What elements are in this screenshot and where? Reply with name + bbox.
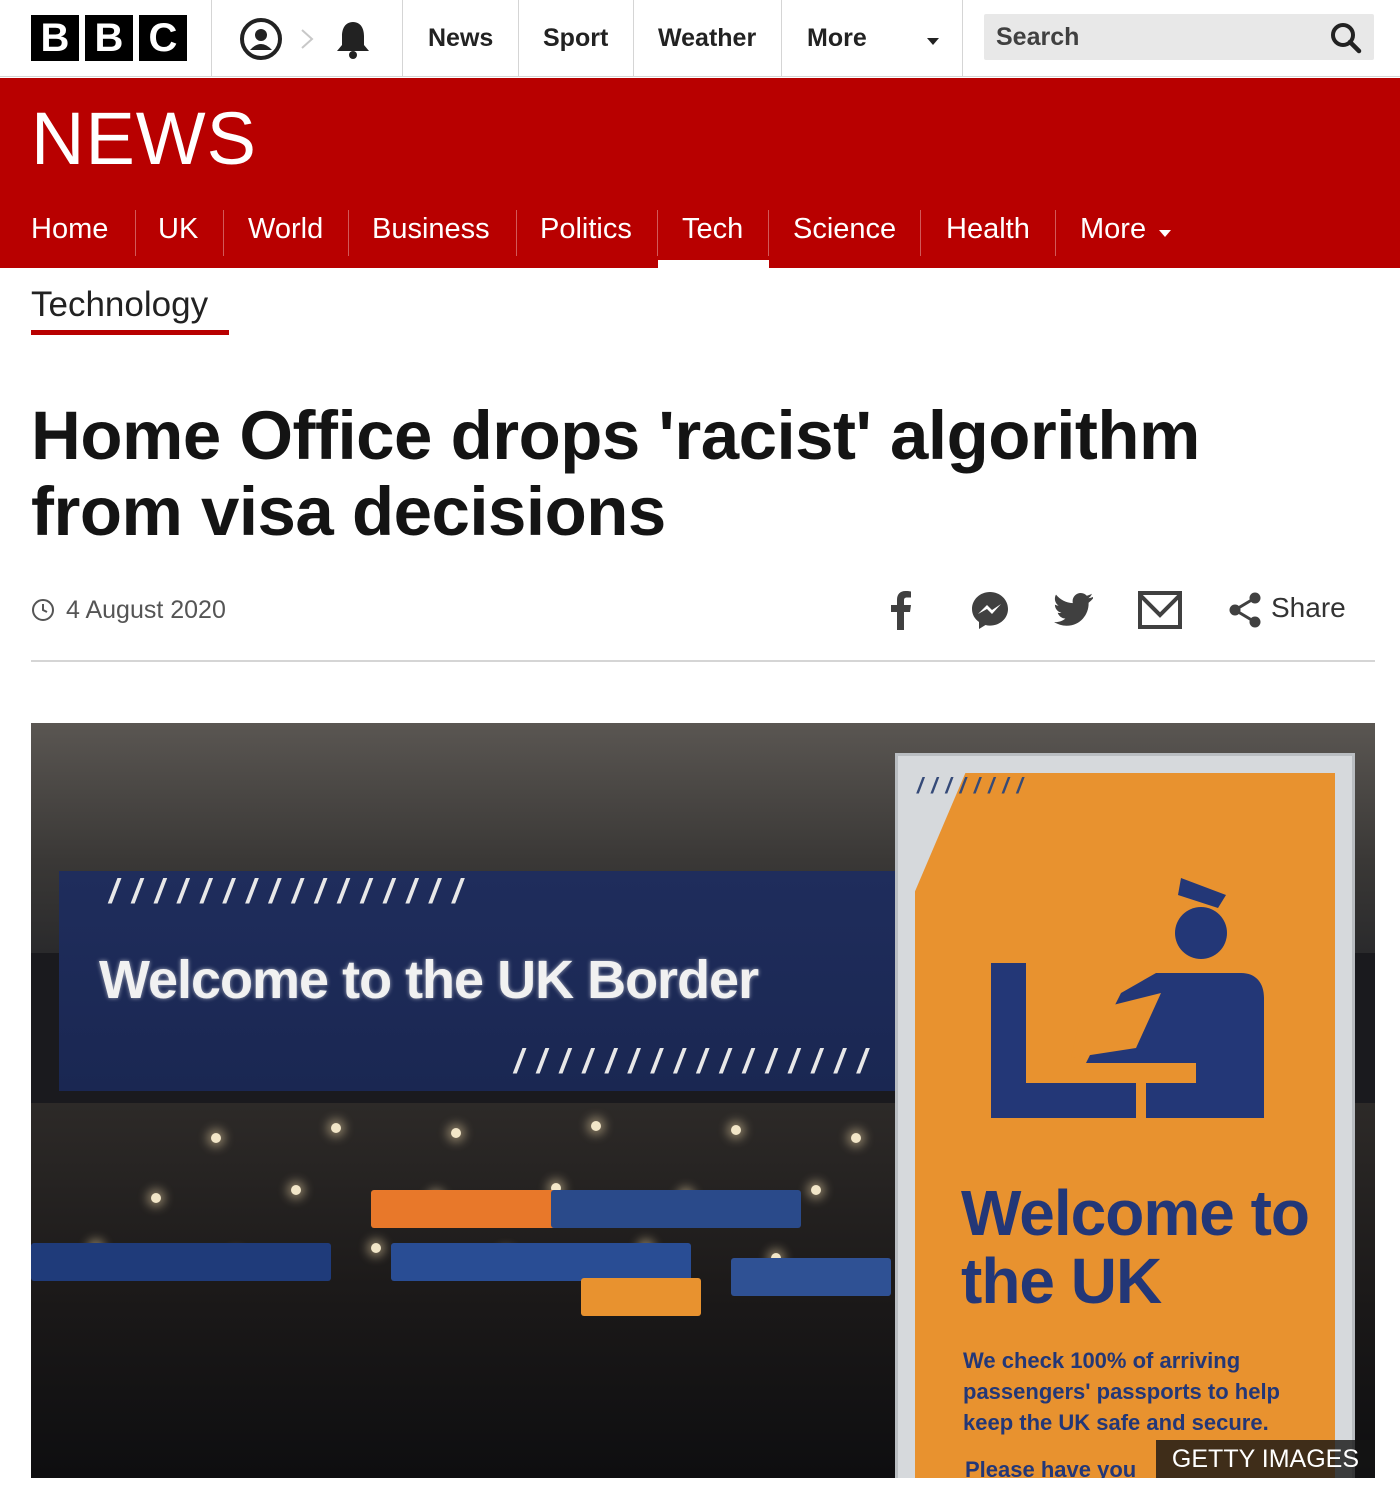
photo-hall-sign: [391, 1243, 691, 1281]
nav-divider: [348, 210, 349, 256]
news-banner: NEWS Home UK World Business Politics Tec…: [0, 78, 1400, 268]
messenger-icon[interactable]: [970, 590, 1010, 630]
photo-panel-text-2: Please have you: [965, 1457, 1137, 1478]
share-icon[interactable]: [1228, 592, 1262, 628]
nav-divider: [516, 210, 517, 256]
border-officer-icon: [986, 873, 1266, 1133]
photo-hall-sign: [581, 1278, 701, 1316]
bbc-logo[interactable]: B B C: [31, 15, 187, 61]
nav-divider: [135, 210, 136, 256]
nav-uk[interactable]: UK: [158, 198, 198, 268]
nav-home[interactable]: Home: [31, 198, 108, 268]
share-button[interactable]: Share: [1271, 592, 1346, 624]
nav-business[interactable]: Business: [372, 198, 490, 268]
photo-border-sign-text: Welcome to the UK Border: [99, 950, 759, 1010]
hero-image: / / / / / / / / / / / / / / / / Welcome …: [31, 723, 1375, 1478]
masthead-divider: [402, 0, 403, 77]
news-logo[interactable]: NEWS: [31, 96, 257, 181]
caret-down-icon[interactable]: [924, 34, 942, 46]
image-credit: GETTY IMAGES: [1155, 1440, 1375, 1478]
masthead-divider: [633, 0, 634, 77]
topnav-more[interactable]: More: [807, 0, 867, 77]
search-input[interactable]: [984, 14, 1314, 60]
nav-divider: [223, 210, 224, 256]
photo-sign-stripes: / / / / / / / / / / / / / / / /: [109, 873, 464, 911]
nav-health[interactable]: Health: [946, 198, 1030, 268]
masthead-divider: [781, 0, 782, 77]
nav-science[interactable]: Science: [793, 198, 896, 268]
photo-sign-stripes: / / / / / / / / / / / / / / / /: [514, 1043, 869, 1081]
bbc-logo-letter-b2: B: [85, 15, 133, 61]
masthead-divider: [211, 0, 212, 77]
nav-more[interactable]: More: [1080, 198, 1146, 268]
chevron-right-icon: [300, 28, 314, 50]
header-divider: [31, 660, 1375, 662]
topnav-news[interactable]: News: [428, 0, 493, 77]
photo-hall-sign: [731, 1258, 891, 1296]
photo-hall-sign: [31, 1243, 331, 1281]
photo-panel-title: Welcome to the UK: [961, 1177, 1310, 1317]
caret-down-icon[interactable]: [1158, 225, 1172, 237]
twitter-icon[interactable]: [1054, 592, 1094, 628]
clock-icon: [32, 599, 54, 621]
article-headline: Home Office drops 'racist' algorithm fro…: [31, 397, 1200, 550]
topnav-weather[interactable]: Weather: [658, 0, 756, 77]
bbc-logo-letter-c: C: [139, 15, 187, 61]
article-date: 4 August 2020: [31, 594, 226, 626]
nav-divider: [920, 210, 921, 256]
section-label[interactable]: Technology: [31, 285, 208, 325]
search-box: [984, 14, 1374, 60]
nav-world[interactable]: World: [248, 198, 323, 268]
photo-hall-sign: [371, 1190, 556, 1228]
masthead: B B C News Sport Weather More: [0, 0, 1400, 77]
bbc-logo-letter-b1: B: [31, 15, 79, 61]
photo-border-sign: / / / / / / / / / / / / / / / / Welcome …: [59, 871, 907, 1091]
masthead-divider: [518, 0, 519, 77]
notifications-bell-icon[interactable]: [333, 18, 373, 60]
email-icon[interactable]: [1138, 591, 1182, 629]
facebook-icon[interactable]: [886, 590, 916, 630]
topnav-sport[interactable]: Sport: [543, 0, 608, 77]
news-nav: Home UK World Business Politics Tech Sci…: [0, 198, 1400, 268]
masthead-divider: [962, 0, 963, 77]
account-icon[interactable]: [238, 16, 284, 62]
nav-divider: [1055, 210, 1056, 256]
search-icon[interactable]: [1330, 22, 1362, 54]
date-text: 4 August 2020: [66, 595, 226, 624]
photo-panel-stripes: / / / / / / / /: [917, 773, 1024, 798]
photo-hall-sign: [551, 1190, 801, 1228]
nav-divider: [768, 210, 769, 256]
nav-politics[interactable]: Politics: [540, 198, 632, 268]
section-underline: [31, 330, 229, 335]
photo-panel-text: We check 100% of arriving passengers' pa…: [963, 1348, 1280, 1435]
nav-tech[interactable]: Tech: [682, 198, 743, 268]
